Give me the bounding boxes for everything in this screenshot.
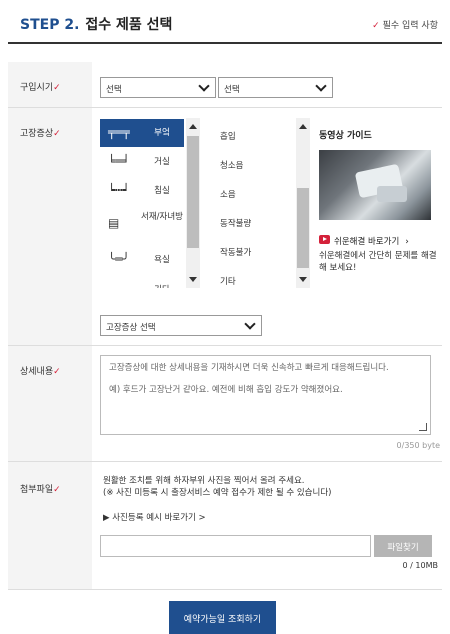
step-title: STEP 2. 접수 제품 선택 — [20, 14, 172, 34]
photo-example-link[interactable]: ▶ 사진등록 예시 바로가기 > — [103, 512, 206, 524]
check-availability-button[interactable]: 예약가능일 조회하기 — [169, 601, 276, 634]
textarea-placeholder-line: 예) 후드가 고장난거 같아요. 예전에 비해 흡입 강도가 약해졌어요. — [109, 385, 343, 395]
step-title-text: 접수 제품 선택 — [85, 17, 173, 33]
product-item-label: 서재/자녀방 — [141, 212, 183, 222]
scroll-down-icon[interactable] — [299, 277, 307, 282]
video-guide-description: 쉬운해결에서 간단히 문제를 해결해 보세요! — [319, 251, 437, 273]
product-item-label: 침실 — [154, 186, 170, 196]
file-browse-button[interactable]: 파일찾기 — [374, 535, 432, 557]
chevron-down-icon — [198, 80, 210, 92]
required-note: ✓ 필수 입력 사항 — [372, 18, 438, 31]
label-cell: 상세내용✓ — [8, 346, 92, 461]
symptom-item[interactable]: 기타 — [220, 275, 236, 287]
symptom-item[interactable]: 작동불가 — [220, 246, 251, 258]
label-cell: 첨부파일✓ — [8, 462, 92, 589]
detail-textarea[interactable]: 고장증상에 대한 상세내용을 기재하시면 더욱 신속하고 빠르게 대응해드립니다… — [100, 355, 431, 435]
symptom-item[interactable]: 소음 — [220, 188, 236, 200]
product-item-label: 기타 — [140, 285, 184, 288]
purchase-month-select[interactable]: 선택 — [218, 77, 333, 98]
label-cell: 구입시기✓ — [8, 62, 92, 107]
cabinet-icon: ▤ — [108, 216, 120, 230]
chevron-down-icon — [244, 318, 256, 330]
attach-label: 첨부파일✓ — [20, 482, 61, 495]
symptom-item[interactable]: 동작불량 — [220, 217, 251, 229]
scroll-up-icon[interactable] — [299, 124, 307, 129]
symptom-select-value: 고장증상 선택 — [106, 323, 156, 333]
byte-counter: 0/350 byte — [396, 441, 440, 450]
misc-icon: ┌─┐ — [108, 283, 130, 288]
product-item-bathroom[interactable]: ╰═╯ 욕실 — [100, 246, 184, 274]
detail-label: 상세내용✓ — [20, 364, 61, 377]
purchase-label-text: 구입시기 — [20, 83, 54, 93]
resize-handle-icon[interactable] — [419, 423, 427, 431]
symptom-item[interactable]: 흡입 — [220, 130, 236, 142]
check-icon: ✓ — [372, 21, 380, 31]
file-size-counter: 0 / 10MB — [402, 561, 438, 570]
symptom-list-scrollbar[interactable] — [296, 118, 310, 288]
purchase-year-select[interactable]: 선택 — [100, 77, 216, 98]
check-icon: ✓ — [53, 129, 61, 139]
product-item-living[interactable]: ╘═╛ 거실 — [100, 148, 184, 176]
scroll-thumb[interactable] — [297, 188, 309, 268]
symptom-label-text: 고장증상 — [20, 129, 54, 139]
range-hood-icon: ╤═╤ — [108, 125, 130, 139]
scroll-down-icon[interactable] — [189, 277, 197, 282]
chevron-down-icon — [315, 80, 327, 92]
attach-instruction: 원활한 조치를 위해 하자부위 사진을 찍어서 올려 주세요. — [103, 476, 305, 486]
detail-label-text: 상세내용 — [20, 367, 54, 377]
product-item-label: 욕실 — [154, 255, 170, 265]
file-path-input[interactable] — [100, 535, 371, 557]
easy-fix-link-text: 쉬운해결 바로가기 — [334, 237, 400, 247]
bathtub-icon: ╰═╯ — [108, 252, 130, 266]
product-item-bedroom[interactable]: ┕┅┙ 침실 — [100, 177, 184, 205]
product-item-study[interactable]: ▤ 서재/자녀방 — [100, 206, 184, 242]
easy-fix-link[interactable]: 쉬운해결 바로가기 › — [334, 235, 409, 247]
required-note-text: 필수 입력 사항 — [382, 21, 438, 31]
chevron-right-icon: › — [405, 237, 409, 247]
symptom-label: 고장증상✓ — [20, 126, 61, 139]
bed-icon: ┕┅┙ — [108, 183, 130, 197]
product-item-etc[interactable]: ┌─┐ 기타 — [100, 276, 184, 288]
check-icon: ✓ — [53, 367, 61, 377]
symptom-select[interactable]: 고장증상 선택 — [100, 315, 262, 336]
play-icon — [319, 235, 330, 244]
step-number: STEP 2. — [20, 17, 80, 33]
purchase-year-value: 선택 — [106, 85, 122, 95]
label-cell: 고장증상✓ — [8, 108, 92, 345]
product-item-label: 거실 — [154, 157, 170, 167]
scroll-thumb[interactable] — [187, 136, 199, 248]
video-frame-shape — [377, 186, 407, 202]
purchase-label: 구입시기✓ — [20, 80, 61, 93]
product-item-label: 부엌 — [154, 128, 170, 138]
step-header: STEP 2. 접수 제품 선택 ✓ 필수 입력 사항 — [8, 0, 442, 44]
video-thumbnail[interactable] — [319, 150, 431, 220]
product-list-scrollbar[interactable] — [186, 118, 200, 288]
purchase-month-value: 선택 — [224, 85, 240, 95]
product-item-kitchen[interactable]: ╤═╤ 부엌 — [100, 119, 184, 147]
symptom-item[interactable]: 청소음 — [220, 159, 243, 171]
video-guide-title: 동영상 가이드 — [319, 131, 372, 141]
check-icon: ✓ — [53, 83, 61, 93]
attach-label-text: 첨부파일 — [20, 485, 54, 495]
scroll-up-icon[interactable] — [189, 124, 197, 129]
textarea-placeholder-line: 고장증상에 대한 상세내용을 기재하시면 더욱 신속하고 빠르게 대응해드립니다… — [109, 363, 389, 373]
check-icon: ✓ — [53, 485, 61, 495]
sofa-icon: ╘═╛ — [108, 154, 130, 168]
attach-warning: (※ 사진 미등록 시 출장서비스 예약 접수가 제한 될 수 있습니다) — [103, 488, 332, 498]
